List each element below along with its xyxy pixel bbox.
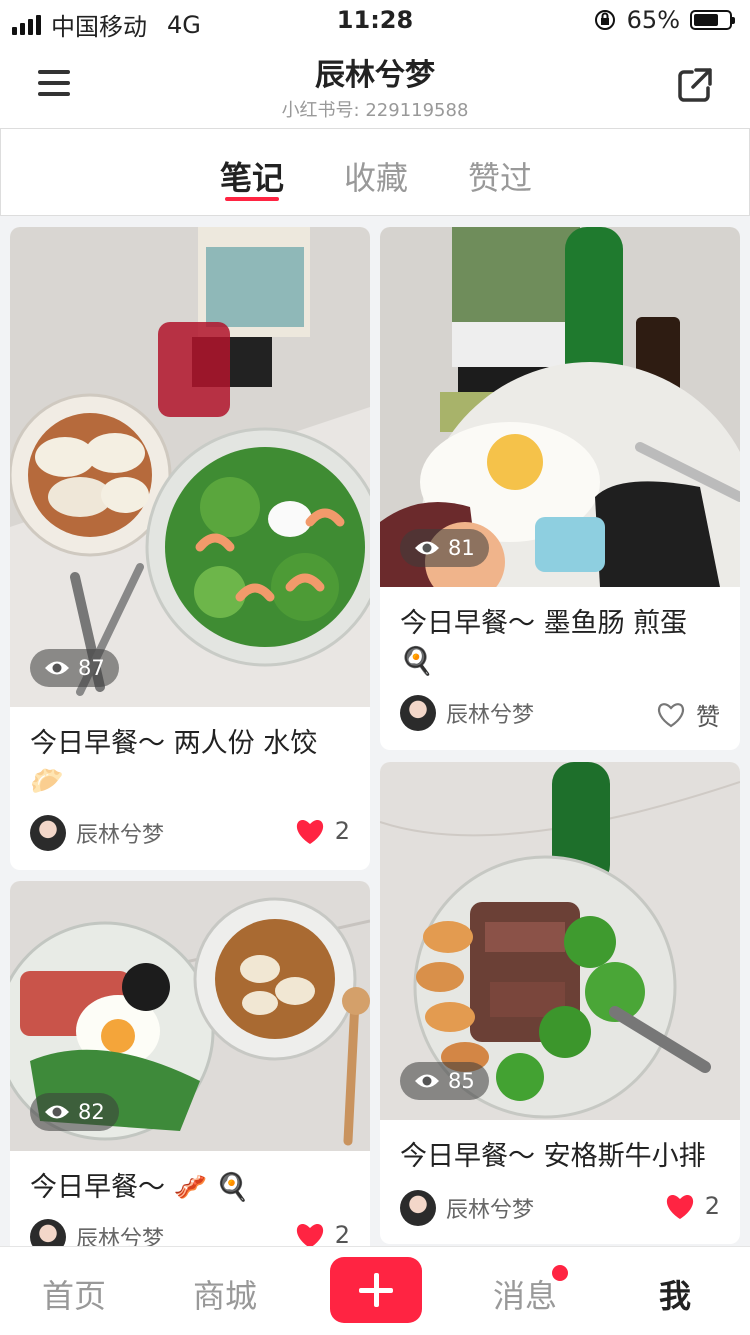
- view-count-badge: 85: [400, 1062, 489, 1100]
- avatar[interactable]: [400, 1190, 436, 1226]
- author-name: 辰林兮梦: [446, 703, 535, 728]
- eye-icon: [45, 661, 69, 675]
- view-count: 81: [448, 536, 475, 560]
- heart-filled-icon: [296, 819, 323, 844]
- note-card[interactable]: 85 今日早餐～ 安格斯牛小排 辰林兮梦 2: [380, 762, 740, 1244]
- battery-icon: [690, 10, 735, 30]
- tab-collections[interactable]: 收藏: [344, 153, 408, 199]
- note-title[interactable]: 今日早餐～ 墨鱼肠 煎蛋 🍳: [400, 605, 720, 681]
- note-card[interactable]: 81 今日早餐～ 墨鱼肠 煎蛋 🍳 辰林兮梦 赞: [380, 227, 740, 750]
- author-name: 辰林兮梦: [446, 1198, 535, 1223]
- author-name: 辰林兮梦: [76, 823, 165, 848]
- note-title-emoji: 🍳: [400, 646, 434, 677]
- like-button[interactable]: 2: [295, 817, 350, 845]
- status-bar: 中国移动 4G 11:28 65%: [0, 0, 750, 42]
- eye-icon: [415, 1074, 439, 1088]
- share-icon[interactable]: [676, 66, 714, 104]
- view-count-badge: 87: [30, 649, 119, 687]
- heart-filled-icon: [666, 1194, 693, 1219]
- author[interactable]: 辰林兮梦: [30, 815, 164, 851]
- like-count: 2: [704, 1192, 720, 1220]
- battery-percent: 65%: [626, 6, 680, 34]
- nav-store[interactable]: 商城: [193, 1271, 257, 1317]
- note-card[interactable]: 82 今日早餐～ 🥓 🍳 辰林兮梦 2: [10, 881, 370, 1281]
- nav-home[interactable]: 首页: [42, 1271, 106, 1317]
- nav-me[interactable]: 我: [659, 1271, 691, 1317]
- like-count: 2: [334, 1221, 350, 1249]
- avatar[interactable]: [400, 695, 436, 731]
- avatar[interactable]: [30, 815, 66, 851]
- notification-dot: [552, 1265, 568, 1281]
- author[interactable]: 辰林兮梦: [400, 1190, 534, 1226]
- note-title-text: 今日早餐～ 墨鱼肠 煎蛋: [400, 608, 688, 639]
- active-tab-indicator: [225, 197, 279, 201]
- author[interactable]: 辰林兮梦: [400, 695, 534, 731]
- view-count-badge: 82: [30, 1093, 119, 1131]
- user-id-label: 小红书号: 229119588: [281, 100, 469, 121]
- view-count-badge: 81: [400, 529, 489, 567]
- note-title[interactable]: 今日早餐～ 🥓 🍳: [30, 1169, 350, 1207]
- note-title-emoji: 🥟: [30, 766, 64, 797]
- view-count: 82: [78, 1100, 105, 1124]
- orientation-lock-icon: [594, 10, 615, 30]
- nav-messages[interactable]: 消息: [493, 1271, 557, 1317]
- tab-notes[interactable]: 笔记: [220, 153, 284, 199]
- profile-header: 辰林兮梦 小红书号: 229119588: [0, 42, 750, 128]
- note-title[interactable]: 今日早餐～ 两人份 水饺 🥟: [30, 725, 350, 801]
- profile-tabs: 笔记 收藏 赞过: [0, 128, 750, 216]
- eye-icon: [45, 1105, 69, 1119]
- note-photo[interactable]: 82: [10, 881, 370, 1151]
- like-button[interactable]: 赞: [656, 697, 720, 732]
- note-title[interactable]: 今日早餐～ 安格斯牛小排: [400, 1138, 720, 1176]
- like-count: 2: [334, 817, 350, 845]
- heart-filled-icon: [296, 1223, 323, 1248]
- tab-liked[interactable]: 赞过: [468, 153, 532, 199]
- status-right: 65%: [593, 6, 735, 34]
- note-photo[interactable]: 81: [380, 227, 740, 587]
- heart-outline-icon: [658, 703, 684, 728]
- note-photo[interactable]: 87: [10, 227, 370, 707]
- create-post-button[interactable]: [330, 1257, 422, 1323]
- page-title: 辰林兮梦: [315, 58, 435, 93]
- like-button[interactable]: 2: [295, 1221, 350, 1249]
- bottom-nav: 首页 商城 消息 我: [0, 1246, 750, 1335]
- eye-icon: [415, 541, 439, 555]
- note-title-text: 今日早餐～ 两人份 水饺: [30, 728, 318, 759]
- view-count: 85: [448, 1069, 475, 1093]
- note-photo[interactable]: 85: [380, 762, 740, 1120]
- like-button[interactable]: 2: [665, 1192, 720, 1220]
- plus-icon: [359, 1288, 393, 1293]
- like-label: 赞: [696, 703, 720, 731]
- view-count: 87: [78, 656, 105, 680]
- note-card[interactable]: 87 今日早餐～ 两人份 水饺 🥟 辰林兮梦 2: [10, 227, 370, 870]
